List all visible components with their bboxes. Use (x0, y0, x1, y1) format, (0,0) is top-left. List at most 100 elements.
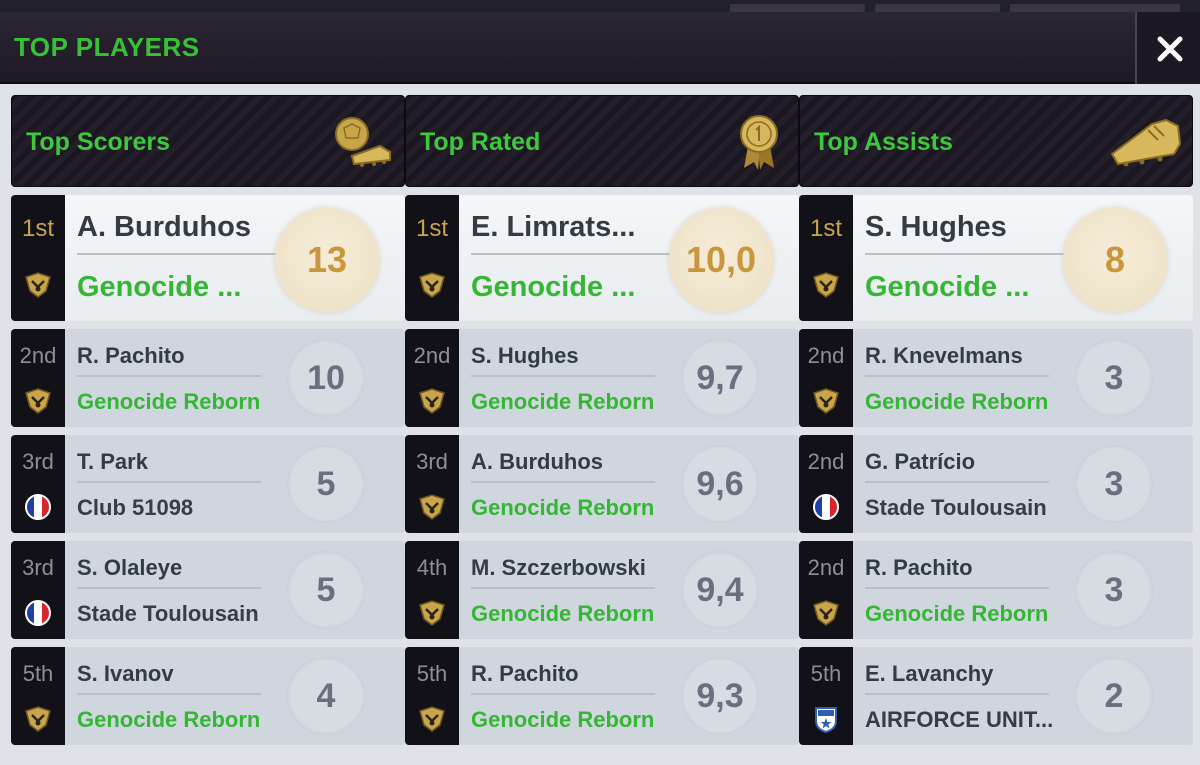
club-name: Genocide Reborn (471, 601, 655, 626)
list-item[interactable]: 4th M. Szczerbowski Genocide Reborn 9,4 (405, 541, 799, 639)
club-name: Genocide Reborn (471, 389, 655, 414)
top-strip (0, 0, 1200, 12)
player-name: R. Pachito (865, 555, 973, 580)
column-header: Top Rated (405, 95, 799, 187)
club-crest-icon (25, 388, 51, 414)
rank-strip (11, 195, 65, 321)
list-item[interactable]: 5th R. Pachito Genocide Reborn 9,3 (405, 647, 799, 745)
divider (471, 253, 671, 255)
star-shield-icon (815, 707, 837, 733)
list-item[interactable]: 5th S. Ivanov Genocide Reborn 4 (11, 647, 405, 745)
club-crest-icon (419, 494, 445, 520)
club-name: Genocide Reborn (77, 707, 261, 732)
rank-label: 3rd (416, 449, 448, 474)
close-button[interactable] (1135, 12, 1200, 84)
list-item[interactable]: 2nd R. Knevelmans Genocide Reborn 3 (799, 329, 1193, 427)
club-name: Genocide Reborn (471, 495, 655, 520)
modal-header: TOP PLAYERS (0, 12, 1200, 84)
divider (865, 375, 1049, 377)
medal-icon (740, 115, 778, 170)
stat-value: 3 (1075, 551, 1153, 629)
rank-label: 3rd (22, 555, 54, 580)
rank-label: 3rd (22, 449, 54, 474)
column-title: Top Assists (814, 128, 953, 156)
club-crest-icon (813, 600, 839, 626)
club-crest-icon (25, 706, 51, 732)
rank-label: 2nd (807, 555, 845, 580)
club-name: Genocide ... (865, 271, 1030, 303)
club-name: AIRFORCE UNIT... (865, 707, 1054, 732)
club-name: Genocide Reborn (865, 601, 1049, 626)
divider (865, 481, 1049, 483)
stat-value: 9,6 (681, 445, 759, 523)
rank-label: 5th (22, 661, 54, 686)
column-top-assists: Top Assists 1st S. Hughes Genocide ... 8… (799, 95, 1193, 745)
club-name: Genocide Reborn (865, 389, 1049, 414)
divider (471, 587, 655, 589)
tab-stub (730, 4, 865, 12)
list-item[interactable]: 1st A. Burduhos Genocide ... 13 (11, 195, 405, 321)
stat-value: 5 (287, 551, 365, 629)
player-name: T. Park (77, 449, 148, 474)
club-crest-icon (419, 600, 445, 626)
rank-label: 2nd (413, 343, 451, 368)
divider (865, 587, 1049, 589)
list-item[interactable]: 2nd R. Pachito Genocide Reborn 3 (799, 541, 1193, 639)
club-crest-icon (419, 388, 445, 414)
stat-value: 9,7 (681, 339, 759, 417)
list-item[interactable]: 2nd R. Pachito Genocide Reborn 10 (11, 329, 405, 427)
rank-label: 2nd (807, 449, 845, 474)
divider (77, 693, 261, 695)
club-crest-icon (813, 272, 839, 298)
divider (77, 587, 261, 589)
rank-label: 4th (416, 555, 448, 580)
stat-value: 3 (1075, 445, 1153, 523)
list-item[interactable]: 2nd S. Hughes Genocide Reborn 9,7 (405, 329, 799, 427)
list-item[interactable]: 5th E. Lavanchy AIRFORCE UNIT... 2 (799, 647, 1193, 745)
divider (865, 253, 1065, 255)
club-name: Club 51098 (77, 495, 194, 520)
club-name: Genocide ... (471, 271, 636, 303)
rank-strip (799, 195, 853, 321)
boot-icon (1110, 118, 1182, 167)
divider (77, 481, 261, 483)
divider (471, 481, 655, 483)
club-name: Genocide Reborn (77, 389, 261, 414)
club-crest-icon (25, 272, 51, 298)
player-name: A. Burduhos (471, 449, 603, 474)
stat-value: 8 (1063, 208, 1167, 312)
player-name: A. Burduhos (77, 211, 251, 243)
player-name: E. Lavanchy (865, 661, 994, 686)
divider (77, 375, 261, 377)
list-item[interactable]: 3rd T. Park Club 51098 5 (11, 435, 405, 533)
list-item[interactable]: 1st S. Hughes Genocide ... 8 (799, 195, 1193, 321)
player-name: M. Szczerbowski (471, 555, 646, 580)
tab-stub (1010, 4, 1180, 12)
rank-label: 5th (810, 661, 842, 686)
column-top-rated: Top Rated 1st E. Limrats... Genocide ...… (405, 95, 799, 745)
page-title: TOP PLAYERS (14, 32, 200, 62)
club-crest-icon (813, 388, 839, 414)
stat-value: 2 (1075, 657, 1153, 735)
player-name: E. Limrats... (471, 211, 636, 243)
column-title: Top Scorers (26, 128, 171, 156)
column-title: Top Rated (420, 128, 541, 156)
player-name: S. Hughes (865, 211, 1007, 243)
list-item[interactable]: 1st E. Limrats... Genocide ... 10,0 (405, 195, 799, 321)
rank-label: 2nd (19, 343, 57, 368)
club-crest-icon (419, 706, 445, 732)
stat-value: 13 (275, 208, 379, 312)
stat-value: 9,4 (681, 551, 759, 629)
column-top-scorers: Top Scorers 1st A. Burduhos Genocide ...… (11, 95, 405, 745)
player-name: G. Patrício (865, 449, 976, 474)
rank-label: 1st (415, 215, 448, 242)
club-name: Stade Toulousain (77, 601, 259, 626)
list-item[interactable]: 2nd G. Patrício Stade Toulousain 3 (799, 435, 1193, 533)
list-item[interactable]: 3rd S. Olaleye Stade Toulousain 5 (11, 541, 405, 639)
club-name: Stade Toulousain (865, 495, 1047, 520)
club-name: Genocide Reborn (471, 707, 655, 732)
player-name: R. Knevelmans (865, 343, 1023, 368)
list-item[interactable]: 3rd A. Burduhos Genocide Reborn 9,6 (405, 435, 799, 533)
divider (865, 693, 1049, 695)
player-name: R. Pachito (471, 661, 579, 686)
